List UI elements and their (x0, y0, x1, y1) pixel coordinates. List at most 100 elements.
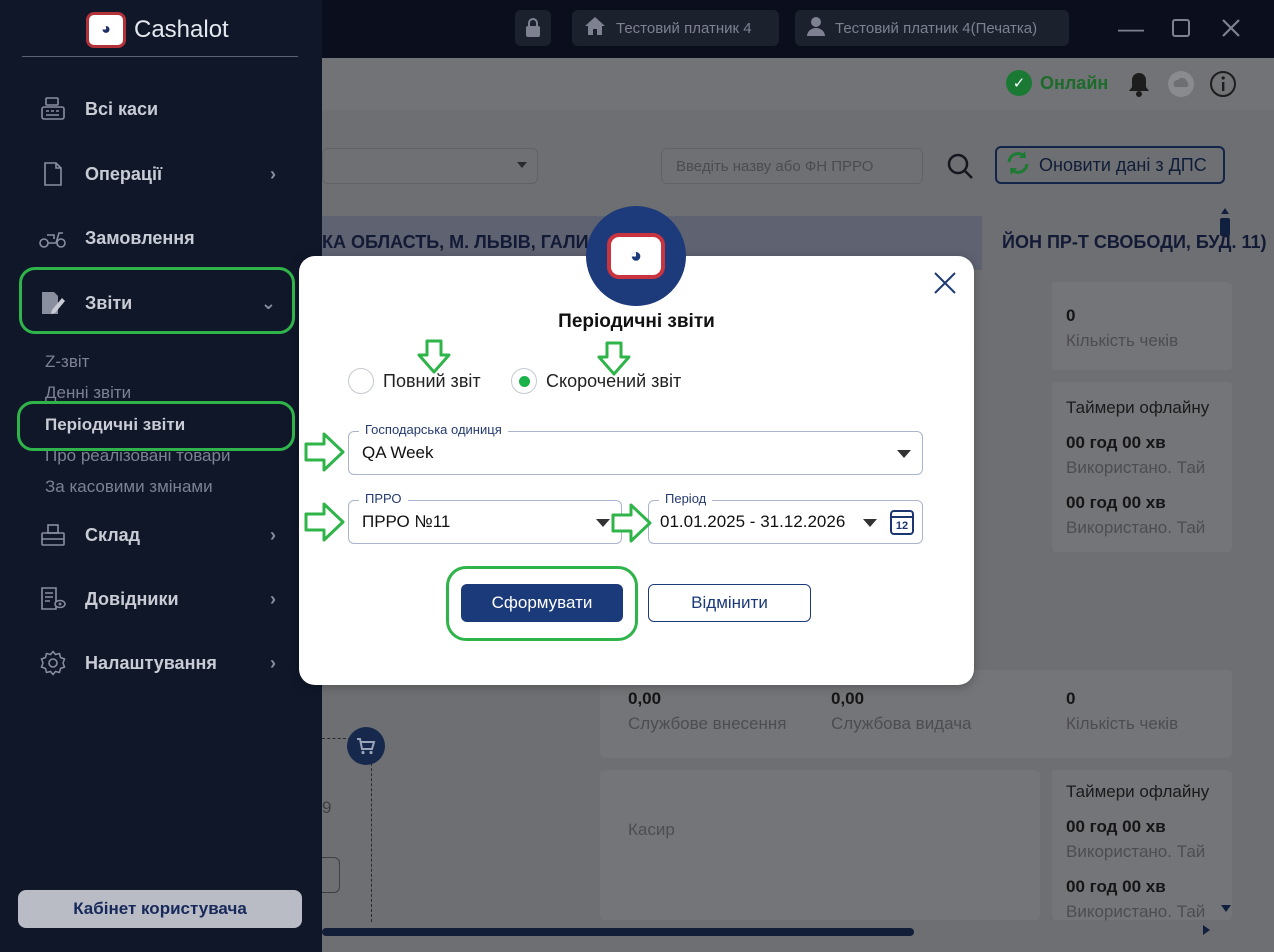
maximize-icon[interactable] (1163, 10, 1199, 46)
submenu-item-daily-reports[interactable]: Денні звіти (45, 383, 131, 403)
online-status: ✓ Онлайн (1006, 70, 1108, 96)
service-out-value: 0,00 (831, 689, 865, 708)
chevron-right-icon: › (270, 588, 276, 609)
radio-circle (348, 368, 374, 394)
chevron-right-icon: › (270, 524, 276, 545)
prro-value: ПРРО №11 (362, 512, 451, 531)
timers-title: Таймери офлайну (1066, 782, 1210, 801)
timer-label: Використано. Тай (1066, 902, 1206, 921)
check-icon: ✓ (1006, 70, 1032, 96)
user-selector[interactable]: Тестовий платник 4(Печатка) (795, 10, 1069, 46)
sidebar-item-label: Налаштування (85, 652, 217, 673)
sidebar-item-settings[interactable]: Налаштування › (38, 643, 288, 683)
sidebar-item-label: Операції (85, 163, 163, 184)
sidebar-item-warehouse[interactable]: Склад › (38, 515, 288, 555)
document-icon (38, 160, 68, 188)
prro-select[interactable]: ПРРО ПРРО №11 (348, 491, 622, 544)
cancel-button[interactable]: Відмінити (648, 584, 811, 622)
modal-logo-icon: ◕ (586, 206, 686, 306)
sidebar-item-directories[interactable]: Довідники › (38, 579, 288, 619)
period-legend: Період (659, 491, 713, 506)
chevron-down-icon[interactable] (863, 519, 877, 527)
timer-value: 00 год 00 хв (1066, 493, 1166, 512)
prro-legend: ПРРО (359, 491, 408, 506)
close-icon[interactable] (931, 270, 959, 298)
arrow-down-icon (597, 341, 631, 382)
arrow-right-icon (304, 432, 346, 477)
arrow-right-icon (304, 502, 346, 547)
search-placeholder: Введіть назву або ФН ПРРО (676, 157, 874, 175)
timer-value: 00 год 00 хв (1066, 817, 1166, 836)
app-logo: ◕ Cashalot (86, 8, 229, 52)
scroll-down-icon[interactable] (1221, 905, 1231, 912)
receipts-count-value: 0 (1066, 689, 1076, 708)
chevron-down-icon (897, 450, 911, 458)
cut-digit: 9 (322, 798, 332, 817)
sidebar-item-label: Склад (85, 524, 141, 545)
search-input[interactable]: Введіть назву або ФН ПРРО (661, 148, 923, 184)
arrow-right-icon (611, 503, 653, 548)
warehouse-icon (38, 521, 68, 549)
receipts-count-label: Кількість чеків (1066, 331, 1179, 350)
cloud-icon[interactable] (1167, 70, 1195, 98)
filter-dropdown[interactable] (322, 148, 538, 184)
info-icon[interactable] (1209, 70, 1237, 98)
close-icon[interactable] (1213, 10, 1249, 46)
period-picker[interactable]: Період 01.01.2025 - 31.12.2026 12 (648, 491, 923, 544)
highlight-reports (19, 267, 295, 334)
receipts-card (1052, 282, 1232, 370)
service-in-label: Службове внесення (628, 714, 787, 733)
gear-icon (38, 649, 68, 677)
cut-button[interactable] (322, 857, 340, 893)
receipts-count-value: 0 (1066, 306, 1076, 325)
scooter-icon (38, 224, 68, 252)
timer-label: Використано. Тай (1066, 842, 1206, 861)
highlight-generate-button (446, 566, 638, 641)
business-unit-legend: Господарська одиниця (359, 422, 508, 437)
payer-label: Тестовий платник 4 (616, 19, 752, 37)
cashier-label: Касир (628, 820, 675, 839)
highlight-periodic-reports (17, 401, 295, 451)
service-in-value: 0,00 (628, 689, 662, 708)
receipts-count-label: Кількість чеків (1066, 714, 1179, 733)
address-text-tail: ЙОН ПР-Т СВОБОДИ, БУД. 11) (1002, 232, 1267, 252)
user-cabinet-button[interactable]: Кабінет користувача (18, 890, 302, 928)
sidebar: ◕ Cashalot Всі каси Операції › Замовленн… (0, 0, 322, 952)
search-icon[interactable] (946, 152, 974, 185)
horizontal-scrollbar[interactable] (322, 928, 914, 936)
period-value: 01.01.2025 - 31.12.2026 (660, 512, 846, 531)
directory-icon (38, 585, 68, 613)
arrow-down-icon (417, 339, 451, 380)
lock-icon[interactable] (515, 10, 551, 46)
calendar-icon[interactable]: 12 (890, 510, 914, 535)
minimize-icon[interactable]: — (1113, 10, 1149, 46)
refresh-label: Оновити дані з ДПС (1039, 154, 1207, 175)
bell-icon[interactable] (1125, 70, 1153, 98)
scroll-right-icon[interactable] (1203, 925, 1210, 935)
sidebar-item-orders[interactable]: Замовлення (38, 218, 288, 258)
online-status-label: Онлайн (1040, 72, 1109, 93)
radio-circle-selected (511, 368, 537, 394)
timer-label: Використано. Тай (1066, 458, 1206, 477)
cashier-card (600, 770, 1040, 920)
sidebar-item-operations[interactable]: Операції › (38, 154, 288, 194)
timers-title: Таймери офлайну (1066, 398, 1210, 417)
timer-label: Використано. Тай (1066, 518, 1206, 537)
submenu-item-shifts[interactable]: За касовими змінами (45, 477, 213, 497)
cash-register-icon (38, 95, 68, 123)
sidebar-item-all-cashboxes[interactable]: Всі каси (38, 89, 288, 129)
chevron-down-icon (596, 519, 610, 527)
radio-full-report[interactable]: Повний звіт (348, 368, 481, 394)
payer-selector[interactable]: Тестовий платник 4 (572, 10, 779, 46)
refresh-icon (1005, 150, 1031, 181)
cart-icon[interactable] (347, 727, 385, 765)
business-unit-select[interactable]: Господарська одиниця QA Week (348, 422, 923, 475)
timer-value: 00 год 00 хв (1066, 877, 1166, 896)
home-icon (584, 16, 606, 40)
chevron-right-icon: › (270, 163, 276, 184)
refresh-dps-button[interactable]: Оновити дані з ДПС (995, 146, 1225, 184)
logo-icon: ◕ (86, 12, 126, 48)
chevron-right-icon: › (270, 652, 276, 673)
submenu-item-z-report[interactable]: Z-звіт (45, 352, 89, 372)
business-unit-value: QA Week (362, 443, 434, 462)
